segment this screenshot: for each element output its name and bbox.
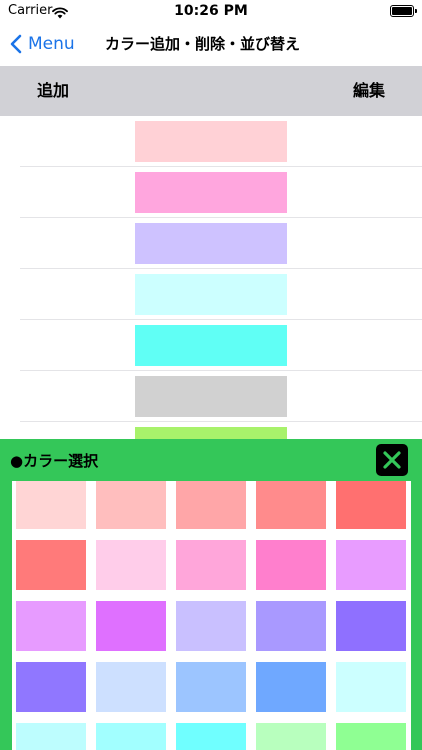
toolbar: 追加 編集 (0, 66, 422, 116)
palette-color-swatch[interactable] (16, 540, 86, 590)
palette-color-swatch[interactable] (256, 723, 326, 750)
palette-color-swatch[interactable] (16, 481, 86, 529)
color-swatch (135, 325, 287, 366)
back-button[interactable]: Menu (10, 22, 75, 66)
palette-color-swatch[interactable] (336, 601, 406, 651)
list-item[interactable] (20, 218, 422, 269)
palette-color-swatch[interactable] (336, 481, 406, 529)
navigation-bar: Menu カラー追加・削除・並び替え (0, 22, 422, 66)
picker-title: ●カラー選択 (10, 452, 99, 470)
palette-color-swatch[interactable] (96, 601, 166, 651)
chevron-left-icon (10, 34, 22, 54)
palette-color-swatch[interactable] (16, 723, 86, 750)
status-bar: Carrier 10:26 PM (0, 0, 422, 22)
palette-color-swatch[interactable] (16, 601, 86, 651)
palette-color-swatch[interactable] (96, 662, 166, 712)
close-x-icon (383, 451, 401, 469)
back-button-label: Menu (28, 34, 75, 54)
palette-color-swatch[interactable] (176, 540, 246, 590)
color-swatch (135, 121, 287, 162)
palette-color-swatch[interactable] (256, 662, 326, 712)
palette-color-swatch[interactable] (176, 662, 246, 712)
palette-color-swatch[interactable] (256, 481, 326, 529)
palette-color-swatch[interactable] (176, 723, 246, 750)
color-swatch (135, 223, 287, 264)
list-item[interactable] (20, 269, 422, 320)
list-item[interactable] (20, 116, 422, 167)
palette-color-swatch[interactable] (336, 540, 406, 590)
color-list (0, 116, 422, 473)
edit-button[interactable]: 編集 (353, 66, 385, 116)
add-color-button[interactable]: 追加 (37, 66, 69, 116)
palette-color-swatch[interactable] (96, 481, 166, 529)
close-button[interactable] (376, 444, 408, 476)
palette-color-swatch[interactable] (256, 540, 326, 590)
palette-color-swatch[interactable] (336, 662, 406, 712)
color-picker-panel: ●カラー選択 (0, 439, 422, 750)
battery-icon (390, 5, 417, 17)
color-palette-grid (12, 481, 411, 750)
palette-color-swatch[interactable] (176, 481, 246, 529)
palette-color-swatch[interactable] (176, 601, 246, 651)
palette-color-swatch[interactable] (96, 540, 166, 590)
color-swatch (135, 274, 287, 315)
list-item[interactable] (20, 371, 422, 422)
palette-color-swatch[interactable] (96, 723, 166, 750)
palette-color-swatch[interactable] (336, 723, 406, 750)
palette-color-swatch[interactable] (16, 662, 86, 712)
color-swatch (135, 376, 287, 417)
list-item[interactable] (20, 167, 422, 218)
status-time: 10:26 PM (174, 3, 248, 19)
page-title: カラー追加・削除・並び替え (105, 35, 301, 53)
color-swatch (135, 172, 287, 213)
list-item[interactable] (20, 320, 422, 371)
palette-color-swatch[interactable] (256, 601, 326, 651)
